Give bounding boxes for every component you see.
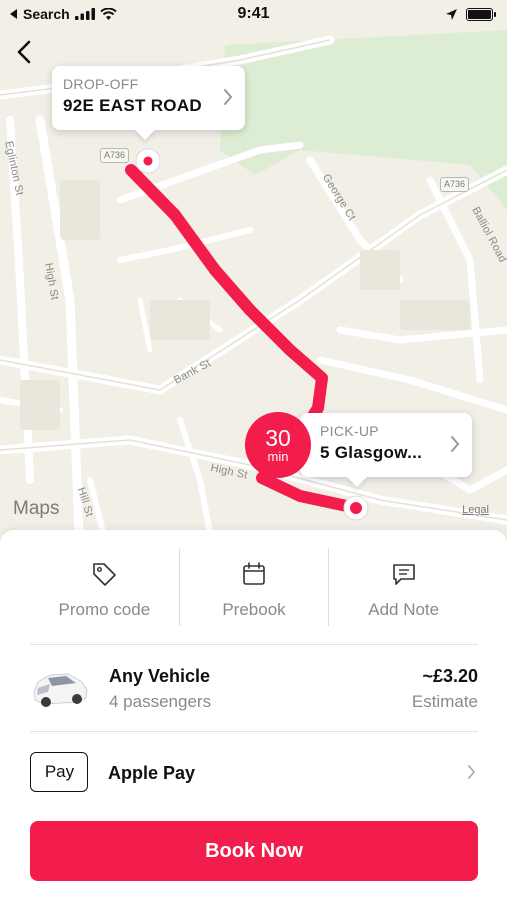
promo-code-button[interactable]: Promo code [30,548,179,626]
apple-pay-logo: Pay [30,752,88,792]
chevron-right-icon [224,89,233,105]
tag-icon [93,563,117,586]
location-arrow-icon [446,8,457,20]
vehicle-passengers: 4 passengers [109,692,212,711]
pickup-callout[interactable]: PICK-UP 5 Glasgow... [300,413,472,477]
payment-method-row[interactable]: Pay Apple Pay [30,751,478,795]
calendar-icon [243,562,265,585]
chevron-right-icon [451,436,460,452]
car-icon [33,673,88,707]
back-button[interactable] [10,36,38,68]
promo-code-label: Promo code [58,600,151,619]
status-back-label: Search [23,6,70,22]
maps-attribution: Maps [12,498,59,520]
prebook-label: Prebook [222,600,286,619]
dropoff-callout[interactable]: DROP-OFF 92E EAST ROAD [52,66,245,130]
status-back-app[interactable]: Search [10,6,117,22]
eta-value: 30 [265,425,291,451]
add-note-label: Add Note [368,600,440,619]
chevron-right-icon [468,765,476,779]
vehicle-row[interactable]: Any Vehicle 4 passengers ~£3.20 Estimate [30,658,478,718]
booking-sheet: Promo code Prebook Add Note Any Vehicle … [0,530,507,900]
message-icon [392,564,415,585]
dropoff-kicker: DROP-OFF [63,76,139,92]
divider [30,731,478,732]
payment-method-name: Apple Pay [108,763,196,783]
eta-unit: min [267,449,289,464]
apple-pay-logo-text: Pay [44,762,75,781]
battery-icon [466,7,496,21]
prebook-button[interactable]: Prebook [178,548,329,626]
vehicle-name: Any Vehicle [109,666,211,686]
eta-badge: 30 min [245,412,311,478]
status-bar: Search 9:41 [0,0,507,28]
wifi-icon [100,8,117,20]
road-shield: A736 [440,177,470,192]
road-shield: A736 [100,148,130,163]
legal-link[interactable]: Legal [462,504,489,516]
action-row: Promo code Prebook Add Note [30,548,478,626]
divider [30,644,478,645]
back-triangle-icon [10,9,17,19]
book-now-button[interactable]: Book Now [30,821,478,881]
add-note-button[interactable]: Add Note [328,548,478,626]
maps-brand-label: Maps [13,498,60,519]
fare-price: ~£3.20 [422,666,478,686]
dropoff-address: 92E EAST ROAD [63,96,202,115]
fare-note: Estimate [411,692,478,711]
chevron-left-icon [17,40,31,64]
signal-icon [74,8,95,20]
